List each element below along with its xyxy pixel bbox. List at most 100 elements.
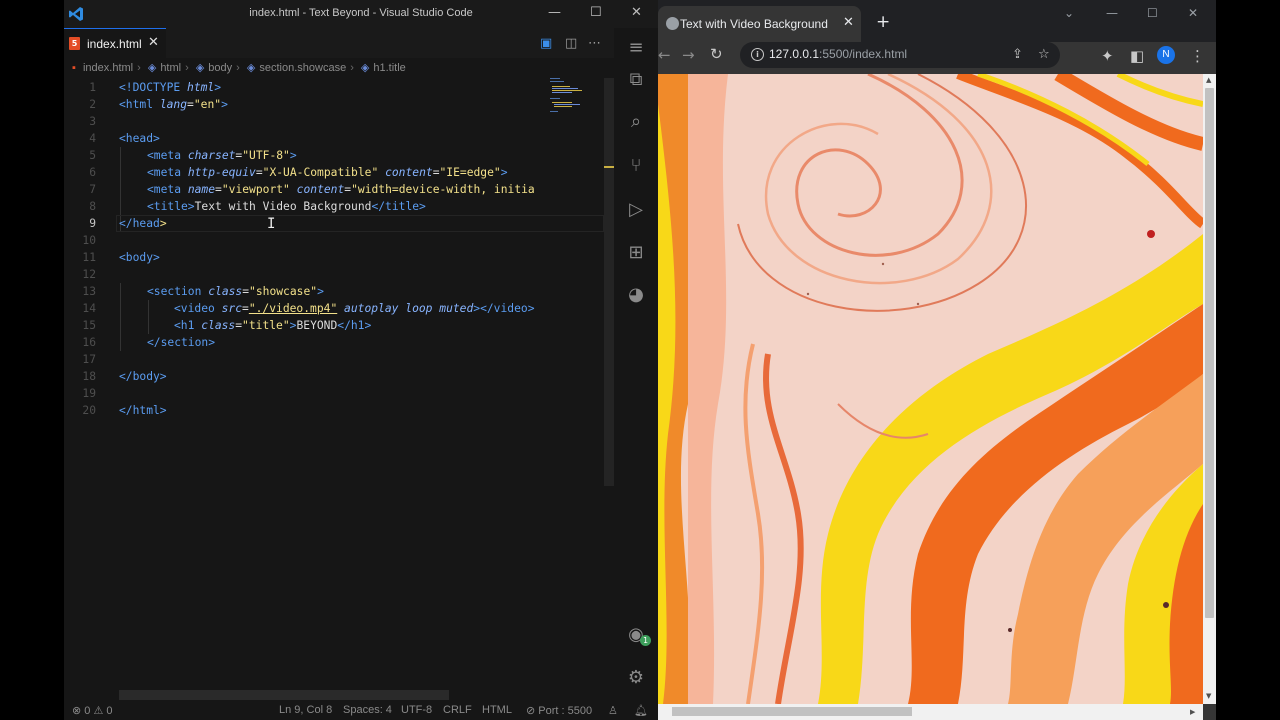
menu-icon[interactable]: ≡ <box>626 38 646 58</box>
page-horizontal-scrollbar[interactable]: ▶ <box>658 704 1203 720</box>
code-line: 13 <section class="showcase"> <box>82 285 324 298</box>
close-button[interactable]: ✕ <box>1188 6 1198 20</box>
page-hscroll-thumb[interactable] <box>672 707 912 716</box>
search-icon[interactable]: ⌕ <box>626 112 646 132</box>
code-line: 14 <video src="./video.mp4" autoplay loop… <box>82 302 535 315</box>
close-button[interactable]: ✕ <box>631 5 642 20</box>
minimize-button[interactable]: — <box>1106 6 1118 20</box>
share-icon[interactable]: ⇪ <box>1012 47 1023 62</box>
code-line: 16 </section> <box>82 336 216 349</box>
extensions-icon[interactable]: ✦ <box>1101 47 1114 65</box>
indentation[interactable]: Spaces: 4 <box>343 704 392 716</box>
code-line: 20 </html> <box>82 404 167 417</box>
code-line: 2 <html lang="en"> <box>89 98 228 111</box>
tab-close-icon[interactable]: ✕ <box>843 15 854 30</box>
minimap[interactable] <box>548 76 604 116</box>
new-tab-button[interactable]: + <box>876 12 890 32</box>
code-line: 1 <!DOCTYPE html> <box>89 81 222 94</box>
gear-icon[interactable]: ⚙ <box>626 668 646 688</box>
code-line: 15 <h1 class="title">BEYOND</h1> <box>82 319 372 332</box>
code-line: 3 <box>89 115 96 128</box>
breadcrumb-item-body[interactable]: body <box>208 62 232 74</box>
back-icon[interactable]: ← <box>658 46 671 64</box>
split-editor-icon[interactable]: ◫ <box>565 36 577 51</box>
browser-tab-title: Text with Video Background <box>680 17 828 31</box>
address-bar[interactable]: i 127.0.0.1:5500/index.html ⇪ ☆ <box>740 42 1060 68</box>
explorer-icon[interactable]: ⧉ <box>626 70 646 90</box>
element-icon: ◈ <box>360 62 370 74</box>
current-line-highlight <box>116 215 604 232</box>
editor-horizontal-scrollbar[interactable] <box>119 690 449 700</box>
marble-video-background <box>658 74 1203 704</box>
element-icon: ◈ <box>246 62 256 74</box>
page-scroll-thumb[interactable] <box>1205 88 1214 618</box>
code-line: 17 <box>82 353 96 366</box>
editor-vertical-scrollbar[interactable] <box>604 78 614 486</box>
breadcrumb-item-h1[interactable]: h1.title <box>373 62 405 74</box>
breadcrumb-item-section[interactable]: section.showcase <box>259 62 346 74</box>
code-line: 12 <box>82 268 96 281</box>
scroll-down-icon[interactable]: ▼ <box>1206 692 1211 700</box>
language-mode[interactable]: HTML <box>482 704 512 716</box>
code-line: 6 <meta http-equiv="X-UA-Compatible" cont… <box>89 166 508 179</box>
page-vertical-scrollbar[interactable]: ▲ ▼ <box>1203 74 1216 704</box>
reload-icon[interactable]: ↻ <box>710 45 723 63</box>
code-line: 4 <head> <box>89 132 160 145</box>
notifications-icon[interactable]: 🔔︎ <box>634 704 648 717</box>
code-line: 18 </body> <box>82 370 167 383</box>
line-ending[interactable]: CRLF <box>443 704 472 716</box>
profile-avatar[interactable]: N <box>1157 46 1175 64</box>
source-control-icon[interactable]: ⑂ <box>626 156 646 176</box>
maximize-button[interactable]: ☐ <box>1147 6 1158 20</box>
accounts-badge: 1 <box>640 635 651 646</box>
site-info-icon[interactable]: i <box>751 48 764 61</box>
html5-icon: 5 <box>69 37 80 50</box>
side-panel-icon[interactable]: ◧ <box>1130 47 1144 65</box>
code-line: 19 <box>82 387 96 400</box>
browser-tab-strip: Text with Video Background ✕ + ⌄ — ☐ ✕ <box>658 0 1216 42</box>
page-viewport[interactable] <box>658 74 1203 704</box>
scroll-up-icon[interactable]: ▲ <box>1206 76 1211 84</box>
tab-search-icon[interactable]: ⌄ <box>1064 6 1074 20</box>
cursor-position[interactable]: Ln 9, Col 8 <box>279 704 332 716</box>
scroll-right-icon[interactable]: ▶ <box>1190 708 1195 716</box>
error-icon: ⊗ <box>72 705 82 717</box>
encoding[interactable]: UTF-8 <box>401 704 432 716</box>
code-line: 11 <body> <box>82 251 160 264</box>
code-line: 5 <meta charset="UTF-8"> <box>89 149 297 162</box>
open-preview-icon[interactable]: ▣ <box>540 36 552 51</box>
tab-close-icon[interactable]: ✕ <box>148 35 159 50</box>
extensions-icon[interactable]: ⊞ <box>626 243 646 263</box>
browser-toolbar: ← → ↻ i 127.0.0.1:5500/index.html ⇪ ☆ ✦ … <box>658 42 1216 74</box>
tab-label: index.html <box>87 37 142 51</box>
vscode-window: index.html - Text Beyond - Visual Studio… <box>64 0 658 720</box>
browser-tab[interactable]: Text with Video Background ✕ <box>658 6 861 42</box>
more-actions-icon[interactable]: ⋯ <box>588 36 601 51</box>
live-server-port[interactable]: ⊘ Port : 5500 <box>526 704 592 717</box>
code-editor[interactable]: 1 <!DOCTYPE html> 2 <html lang="en"> 3 4 <h… <box>64 79 614 439</box>
tab-index-html[interactable]: 5 index.html ✕ <box>64 28 166 59</box>
text-cursor-icon: Ι <box>267 216 276 232</box>
breadcrumb-item-file[interactable]: index.html <box>83 62 133 74</box>
warning-icon: ⚠ <box>93 705 104 717</box>
url-text[interactable]: 127.0.0.1:5500/index.html <box>769 47 907 61</box>
run-debug-icon[interactable]: ▷ <box>626 200 646 220</box>
minimize-button[interactable]: — <box>548 5 561 20</box>
star-icon[interactable]: ☆ <box>1038 47 1050 62</box>
breadcrumb-item-html[interactable]: html <box>160 62 181 74</box>
chrome-menu-icon[interactable]: ⋮ <box>1190 47 1205 65</box>
maximize-button[interactable]: ☐ <box>590 5 602 20</box>
scrollbar-cursor-marker <box>604 166 614 168</box>
globe-icon <box>666 17 679 30</box>
element-icon: ◈ <box>195 62 205 74</box>
problems-indicator[interactable]: ⊗ 0 ⚠ 0 <box>72 704 113 717</box>
letterbox-strip <box>1216 0 1280 720</box>
feedback-icon[interactable]: ♙ <box>608 704 618 717</box>
window-title: index.html - Text Beyond - Visual Studio… <box>249 7 473 19</box>
breadcrumb: ▪ index.html › ◈ html › ◈ body › ◈ section.sho… <box>72 62 406 74</box>
activity-bar: ≡ ⧉ ⌕ ⑂ ▷ ⊞ ◕ ◉ 1 ⚙ <box>614 28 658 700</box>
status-bar: ⊗ 0 ⚠ 0 Ln 9, Col 8 Spaces: 4 UTF-8 CRLF… <box>64 700 658 720</box>
remote-icon[interactable]: ◕ <box>626 285 646 305</box>
code-line: 7 <meta name="viewport" content="width=de… <box>89 183 535 196</box>
forward-icon[interactable]: → <box>682 46 695 64</box>
